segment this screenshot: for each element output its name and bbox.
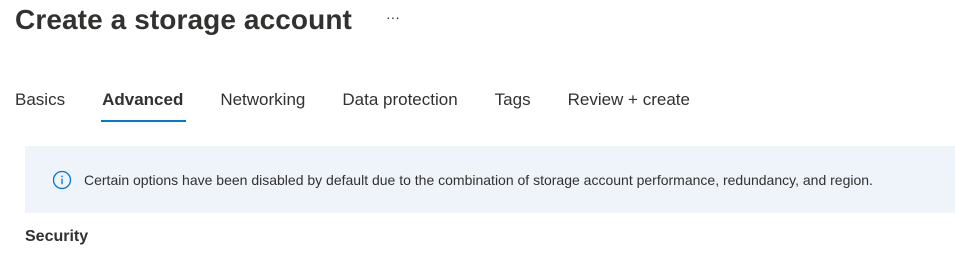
tab-advanced[interactable]: Advanced [101,86,187,122]
tab-basics[interactable]: Basics [15,86,65,122]
page: Create a storage account ··· Basics Adva… [0,0,955,254]
ellipsis-icon: ··· [385,9,400,25]
tab-review-create[interactable]: Review + create [568,86,690,122]
tab-tags[interactable]: Tags [495,86,531,122]
info-icon [52,170,72,190]
page-title: Create a storage account [15,4,352,35]
tab-data-protection[interactable]: Data protection [342,86,457,122]
info-banner: Certain options have been disabled by de… [25,146,955,213]
info-banner-text: Certain options have been disabled by de… [84,171,873,188]
tab-bar: Basics Advanced Networking Data protecti… [15,86,727,122]
more-options-button[interactable]: ··· [383,7,403,33]
title-row: Create a storage account ··· [15,0,403,40]
tab-networking[interactable]: Networking [220,86,305,122]
section-heading-security: Security [25,228,89,245]
